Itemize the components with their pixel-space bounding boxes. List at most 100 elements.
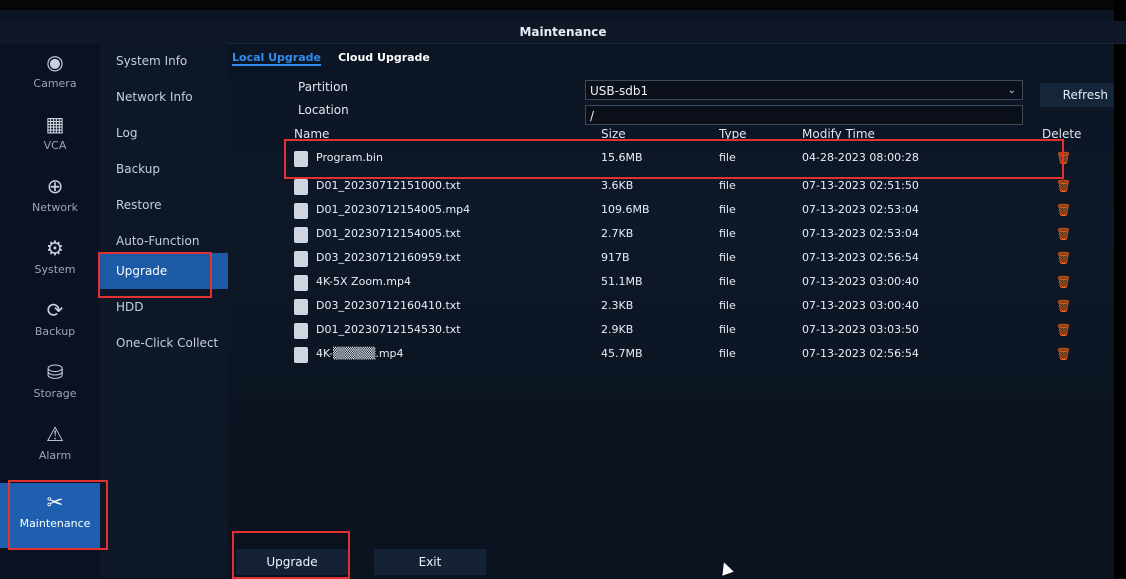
partition-label: Partition [298, 80, 349, 94]
refresh-button[interactable]: Refresh [1040, 83, 1114, 107]
file-size: 917B [601, 251, 630, 264]
subnav-one-click-collect[interactable]: One-Click Collect [100, 325, 228, 361]
table-row[interactable]: 4K-▒▒▒▒▒.mp4 45.7MB file 07-13-2023 02:5… [228, 343, 1114, 366]
file-name: D03_20230712160959.txt [316, 251, 461, 264]
file-size: 2.3KB [601, 299, 634, 312]
highlight-program-bin [284, 139, 1064, 179]
file-type: file [719, 251, 736, 264]
subnav-restore[interactable]: Restore [100, 187, 228, 223]
gear-icon: ⚙ [46, 236, 64, 260]
trash-icon[interactable]: 🗑 [1056, 203, 1071, 217]
trash-icon[interactable]: 🗑 [1056, 299, 1071, 313]
trash-icon[interactable]: 🗑 [1056, 179, 1071, 193]
file-icon [294, 347, 308, 363]
highlight-nav-maintenance [8, 480, 108, 550]
backup-icon: ⟳ [46, 298, 64, 322]
file-modify-time: 07-13-2023 02:56:54 [802, 347, 919, 360]
globe-icon: ⊕ [46, 174, 64, 198]
nav-label: VCA [43, 139, 67, 152]
file-name: D01_20230712151000.txt [316, 179, 461, 192]
file-icon [294, 203, 308, 219]
file-type: file [719, 347, 736, 360]
file-icon [294, 227, 308, 243]
file-modify-time: 07-13-2023 02:53:04 [802, 227, 919, 240]
file-size: 45.7MB [601, 347, 643, 360]
highlight-subnav-upgrade [98, 252, 212, 298]
file-modify-time: 07-13-2023 03:00:40 [802, 299, 919, 312]
table-row[interactable]: 4K-5X Zoom.mp4 51.1MB file 07-13-2023 03… [228, 271, 1114, 294]
file-type: file [719, 323, 736, 336]
file-name: 4K-▒▒▒▒▒.mp4 [316, 347, 404, 360]
file-size: 109.6MB [601, 203, 650, 216]
subnav-system-info[interactable]: System Info [100, 43, 228, 79]
location-field[interactable]: / [585, 105, 1023, 125]
subnav-network-info[interactable]: Network Info [100, 79, 228, 115]
nav-storage[interactable]: ⛁ Storage [0, 353, 110, 415]
file-icon [294, 179, 308, 195]
file-modify-time: 07-13-2023 02:56:54 [802, 251, 919, 264]
file-icon [294, 275, 308, 291]
file-size: 2.7KB [601, 227, 634, 240]
bezel-right [1114, 0, 1126, 578]
file-type: file [719, 227, 736, 240]
file-modify-time: 07-13-2023 03:00:40 [802, 275, 919, 288]
file-name: D03_20230712160410.txt [316, 299, 461, 312]
nav-system[interactable]: ⚙ System [0, 229, 110, 291]
title-bar: Maintenance [0, 21, 1126, 44]
file-name: D01_20230712154005.txt [316, 227, 461, 240]
partition-select[interactable]: USB-sdb1 ⌄ [585, 80, 1023, 100]
bottom-bar: Upgrade Exit [228, 545, 1114, 578]
nav-label: Storage [33, 387, 77, 400]
file-type: file [719, 299, 736, 312]
file-modify-time: 07-13-2023 02:53:04 [802, 203, 919, 216]
location-label: Location [298, 103, 349, 117]
table-row[interactable]: D01_20230712154005.txt 2.7KB file 07-13-… [228, 223, 1114, 246]
file-modify-time: 07-13-2023 02:51:50 [802, 179, 919, 192]
table-row[interactable]: D03_20230712160959.txt 917B file 07-13-2… [228, 247, 1114, 270]
nav-label: System [34, 263, 76, 276]
tabs: Local Upgrade Cloud Upgrade [232, 46, 442, 66]
nav-label: Network [32, 201, 78, 214]
vca-icon: ▦ [45, 112, 65, 136]
file-type: file [719, 203, 736, 216]
nav-label: Camera [33, 77, 77, 90]
nav-vca[interactable]: ▦ VCA [0, 105, 110, 167]
file-type: file [719, 275, 736, 288]
trash-icon[interactable]: 🗑 [1056, 227, 1071, 241]
file-size: 51.1MB [601, 275, 643, 288]
nav-camera[interactable]: ◉ Camera [0, 43, 110, 105]
trash-icon[interactable]: 🗑 [1056, 347, 1071, 361]
nav-label: Backup [34, 325, 76, 338]
nav-label: Alarm [38, 449, 72, 462]
chevron-down-icon: ⌄ [1007, 85, 1016, 96]
bezel-top [0, 0, 1126, 10]
subnav-backup[interactable]: Backup [100, 151, 228, 187]
file-name: 4K-5X Zoom.mp4 [316, 275, 411, 288]
window-title: Maintenance [519, 25, 607, 39]
trash-icon[interactable]: 🗑 [1056, 323, 1071, 337]
trash-icon[interactable]: 🗑 [1056, 251, 1071, 265]
subnav-log[interactable]: Log [100, 115, 228, 151]
highlight-upgrade-button [232, 531, 350, 579]
nav-network[interactable]: ⊕ Network [0, 167, 110, 229]
tab-local-upgrade[interactable]: Local Upgrade [232, 51, 321, 66]
table-row[interactable]: D03_20230712160410.txt 2.3KB file 07-13-… [228, 295, 1114, 318]
nav-alarm[interactable]: ⚠ Alarm [0, 415, 110, 477]
file-size: 2.9KB [601, 323, 634, 336]
nav-backup[interactable]: ⟳ Backup [0, 291, 110, 353]
tab-cloud-upgrade[interactable]: Cloud Upgrade [338, 51, 430, 64]
camera-icon: ◉ [46, 50, 64, 74]
exit-button[interactable]: Exit [374, 549, 486, 575]
table-row[interactable]: D01_20230712154005.mp4 109.6MB file 07-1… [228, 199, 1114, 222]
file-name: D01_20230712154005.mp4 [316, 203, 471, 216]
table-row[interactable]: D01_20230712154530.txt 2.9KB file 07-13-… [228, 319, 1114, 342]
file-icon [294, 251, 308, 267]
main-panel: Local Upgrade Cloud Upgrade Partition US… [228, 43, 1114, 578]
file-name: D01_20230712154530.txt [316, 323, 461, 336]
file-modify-time: 07-13-2023 03:03:50 [802, 323, 919, 336]
file-icon [294, 299, 308, 315]
file-icon [294, 323, 308, 339]
alarm-icon: ⚠ [46, 422, 64, 446]
nvr-screen: Maintenance ◉ Camera ▦ VCA ⊕ Network ⚙ S… [0, 0, 1126, 579]
trash-icon[interactable]: 🗑 [1056, 275, 1071, 289]
